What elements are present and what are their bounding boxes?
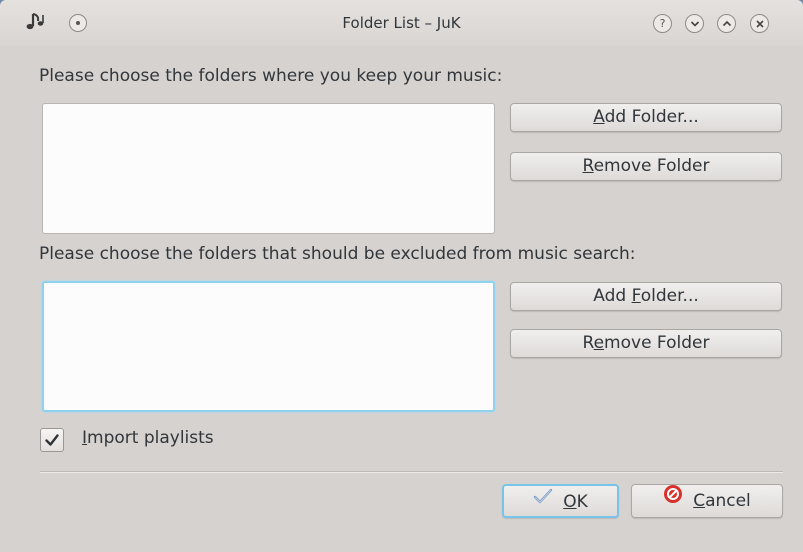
minimize-button[interactable] — [685, 14, 704, 33]
checkmark-icon — [45, 434, 59, 446]
help-button[interactable]: ? — [653, 14, 672, 33]
chevron-down-icon — [690, 21, 700, 27]
music-folders-label: Please choose the folders where you keep… — [39, 66, 503, 86]
add-excluded-folder-button[interactable]: Add Folder... — [510, 282, 782, 311]
import-playlists-label[interactable]: Import playlists — [82, 428, 214, 448]
check-icon — [533, 484, 553, 516]
excluded-folders-label: Please choose the folders that should be… — [39, 244, 636, 264]
add-music-folder-button[interactable]: Add Folder... — [510, 103, 782, 132]
music-folders-list[interactable] — [42, 103, 495, 234]
separator — [40, 471, 783, 473]
remove-excluded-folder-button[interactable]: Remove Folder — [510, 329, 782, 358]
dialog-window: Folder List – JuK ? Please choose the fo… — [0, 0, 803, 552]
maximize-button[interactable] — [717, 14, 736, 33]
import-playlists-checkbox[interactable] — [40, 428, 64, 452]
close-button[interactable] — [750, 14, 769, 33]
excluded-folders-list[interactable] — [42, 281, 495, 412]
cancel-icon — [663, 483, 683, 515]
window-title: Folder List – JuK — [342, 14, 461, 32]
ok-button[interactable]: OK — [502, 484, 619, 518]
remove-music-folder-button[interactable]: Remove Folder — [510, 152, 782, 181]
titlebar[interactable]: Folder List – JuK ? — [0, 0, 803, 46]
chevron-up-icon — [722, 20, 732, 27]
help-icon: ? — [659, 17, 666, 30]
cancel-button[interactable]: Cancel — [631, 484, 783, 518]
close-icon — [756, 20, 764, 28]
